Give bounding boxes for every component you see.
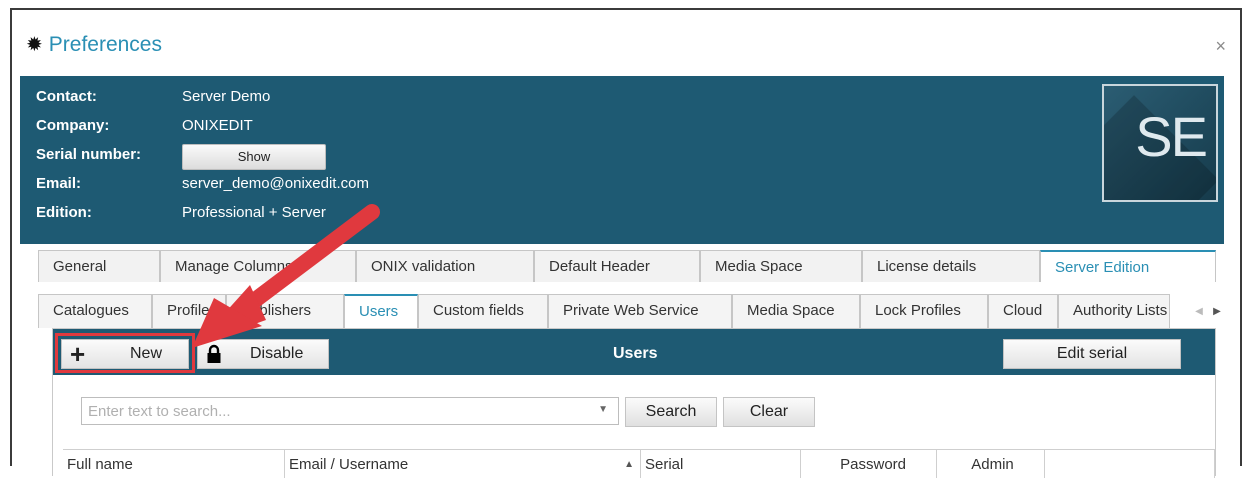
logo-text: SE [1135, 105, 1208, 168]
disable-user-button[interactable]: Disable [197, 339, 329, 369]
users-toolbar: + New Disable Users Edit serial [53, 329, 1215, 375]
search-combobox[interactable]: ▼ [81, 397, 619, 425]
users-panel: + New Disable Users Edit serial ▼ Search… [52, 328, 1216, 478]
dialog-title: ✹ Preferences [26, 32, 162, 57]
account-info-panel: Contact: Server Demo Company: ONIXEDIT S… [20, 76, 1224, 244]
tab-onix-validation[interactable]: ONIX validation [356, 250, 534, 282]
company-value: ONIXEDIT [182, 117, 253, 134]
subtab-media-space[interactable]: Media Space [732, 294, 860, 328]
subtab-lock-profiles[interactable]: Lock Profiles [860, 294, 988, 328]
subtab-cloud[interactable]: Cloud [988, 294, 1058, 328]
disable-user-label: Disable [250, 345, 304, 362]
company-label: Company: [36, 117, 110, 134]
tab-manage-columns[interactable]: Manage Columns [160, 250, 356, 282]
server-edition-logo: SE [1102, 84, 1218, 202]
server-subtabs: Catalogues Profiles Publishers Users Cus… [38, 294, 1170, 328]
tab-server-edition[interactable]: Server Edition [1040, 250, 1216, 282]
tab-general[interactable]: General [38, 250, 160, 282]
scroll-right-icon[interactable]: ▶ [1213, 306, 1221, 317]
tab-media-space[interactable]: Media Space [700, 250, 862, 282]
lock-icon [206, 344, 236, 364]
dialog-title-text: Preferences [48, 32, 162, 56]
subtab-private-web-service[interactable]: Private Web Service [548, 294, 732, 328]
edition-label: Edition: [36, 204, 92, 221]
search-button[interactable]: Search [625, 397, 717, 427]
tab-scroll-arrows: ◀ ▶ [1190, 294, 1226, 328]
tab-default-header[interactable]: Default Header [534, 250, 700, 282]
serial-label: Serial number: [36, 146, 142, 163]
users-toolbar-title: Users [613, 345, 658, 362]
clear-button[interactable]: Clear [723, 397, 815, 427]
preferences-dialog: ✹ Preferences × Contact: Server Demo Com… [10, 8, 1242, 478]
contact-value: Server Demo [182, 88, 271, 105]
dropdown-caret-icon[interactable]: ▼ [598, 404, 608, 415]
col-email-username-label: Email / Username [289, 456, 409, 473]
col-admin[interactable]: Admin [937, 450, 1045, 478]
subtab-authority-lists[interactable]: Authority Lists [1058, 294, 1170, 328]
col-serial[interactable]: Serial [641, 450, 801, 478]
subtab-profiles[interactable]: Profiles [152, 294, 226, 328]
col-password[interactable]: Password [801, 450, 937, 478]
close-button[interactable]: × [1215, 36, 1226, 57]
col-full-name[interactable]: Full name [63, 450, 285, 478]
show-serial-button[interactable]: Show [182, 144, 326, 170]
gear-icon: ✹ [26, 34, 43, 56]
new-user-button[interactable]: + New [61, 339, 189, 369]
sort-ascending-icon: ▲ [624, 459, 634, 470]
col-email-username[interactable]: Email / Username ▲ [285, 450, 641, 478]
subtab-catalogues[interactable]: Catalogues [38, 294, 152, 328]
edition-value: Professional + Server [182, 204, 326, 221]
users-table-header: Full name Email / Username ▲ Serial Pass… [63, 449, 1215, 478]
scroll-left-icon[interactable]: ◀ [1195, 306, 1203, 317]
email-label: Email: [36, 175, 82, 192]
subtab-custom-fields[interactable]: Custom fields [418, 294, 548, 328]
edit-serial-button[interactable]: Edit serial [1003, 339, 1181, 369]
search-input[interactable] [82, 398, 594, 424]
subtab-publishers[interactable]: Publishers [226, 294, 344, 328]
email-value: server_demo@onixedit.com [182, 175, 369, 192]
new-user-label: New [130, 345, 163, 362]
main-tabs: General Manage Columns ONIX validation D… [38, 250, 1216, 282]
contact-label: Contact: [36, 88, 97, 105]
col-empty [1045, 450, 1215, 478]
tab-license-details[interactable]: License details [862, 250, 1040, 282]
subtab-users[interactable]: Users [344, 294, 418, 328]
plus-icon: + [70, 339, 86, 369]
